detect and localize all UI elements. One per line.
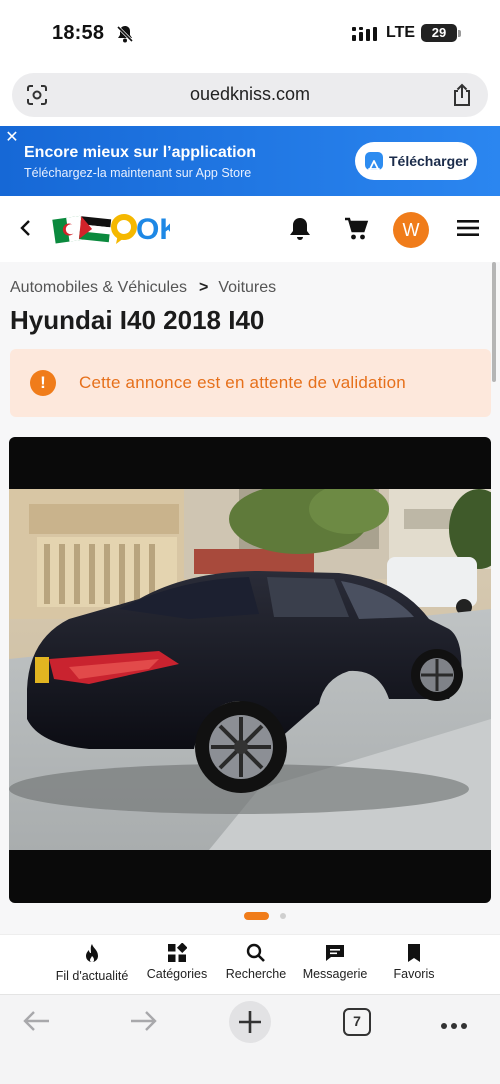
network-type: LTE [386,24,416,41]
fire-icon [86,944,98,962]
download-app-button[interactable]: Télécharger [355,142,477,180]
share-icon[interactable] [452,83,472,112]
close-icon[interactable]: ✕ [3,129,21,147]
nav-label-feed: Fil d'actualité [55,969,129,983]
site-logo[interactable]: OK [52,210,181,253]
listing-title: Hyundai I40 2018 I40 [10,305,265,335]
more-options-icon[interactable] [440,1017,468,1035]
warning-icon: ! [30,370,56,396]
url-text[interactable]: ouedkniss.com [12,84,488,105]
battery-tip [458,30,461,37]
pagination-dot[interactable] [280,913,286,919]
search-icon [246,943,265,962]
nav-label-categories: Catégories [146,967,208,981]
bookmark-icon [408,944,420,962]
bell-muted-icon [116,25,134,48]
bottom-navigation: Fil d'actualité Catégories Recherche Mes… [0,934,500,994]
site-header: OK W [0,196,500,262]
chat-icon [326,945,344,961]
new-tab-button[interactable] [229,1001,271,1043]
nav-label-favorites: Favoris [393,967,435,981]
hamburger-menu-icon[interactable] [456,218,480,243]
user-avatar[interactable]: W [393,212,429,248]
plus-icon [239,1011,261,1033]
breadcrumb: Automobiles & Véhicules > Voitures [10,279,276,297]
shopping-cart-icon[interactable] [343,216,369,247]
status-bar: 18:58 LTE 29 [0,0,500,66]
browser-toolbar: 7 [0,994,500,1084]
nav-item-categories[interactable]: Catégories [143,943,211,981]
app-download-banner: ✕ Encore mieux sur l’application Télécha… [0,126,500,196]
nav-item-feed[interactable]: Fil d'actualité [52,943,132,983]
logo-text: OK [136,213,170,246]
battery-icon: 29 [421,24,457,42]
signal-icon [352,27,380,46]
chevron-right-icon: > [198,279,209,296]
download-app-label: Télécharger [389,153,469,169]
nav-label-messages: Messagerie [302,967,368,981]
gallery-pagination [0,912,500,922]
tabs-switcher-button[interactable]: 7 [343,1008,371,1036]
status-time: 18:58 [52,22,105,44]
nav-item-messages[interactable]: Messagerie [298,943,372,981]
alert-message: Cette annonce est en attente de validati… [79,373,406,392]
banner-subtitle: Téléchargez-la maintenant sur App Store [24,166,252,180]
car-photo[interactable] [9,489,491,850]
back-icon[interactable] [16,216,36,245]
nav-label-search: Recherche [225,967,287,981]
page-scrollbar[interactable] [492,262,496,382]
app-store-icon [365,152,383,171]
nav-item-search[interactable]: Recherche [222,943,290,981]
banner-title: Encore mieux sur l’application [24,144,257,161]
browser-back-icon[interactable] [22,1009,52,1038]
photo-gallery[interactable] [9,437,491,903]
nav-item-favorites[interactable]: Favoris [385,943,443,981]
address-bar[interactable]: ouedkniss.com [12,73,488,117]
pagination-dot-active[interactable] [244,912,269,920]
categories-icon [168,943,187,962]
breadcrumb-item-subcategory[interactable]: Voitures [218,279,276,296]
breadcrumb-item-category[interactable]: Automobiles & Véhicules [10,279,187,296]
notification-bell-icon[interactable] [288,216,312,247]
browser-forward-icon[interactable] [128,1009,158,1038]
pending-validation-alert: ! Cette annonce est en attente de valida… [10,349,491,417]
